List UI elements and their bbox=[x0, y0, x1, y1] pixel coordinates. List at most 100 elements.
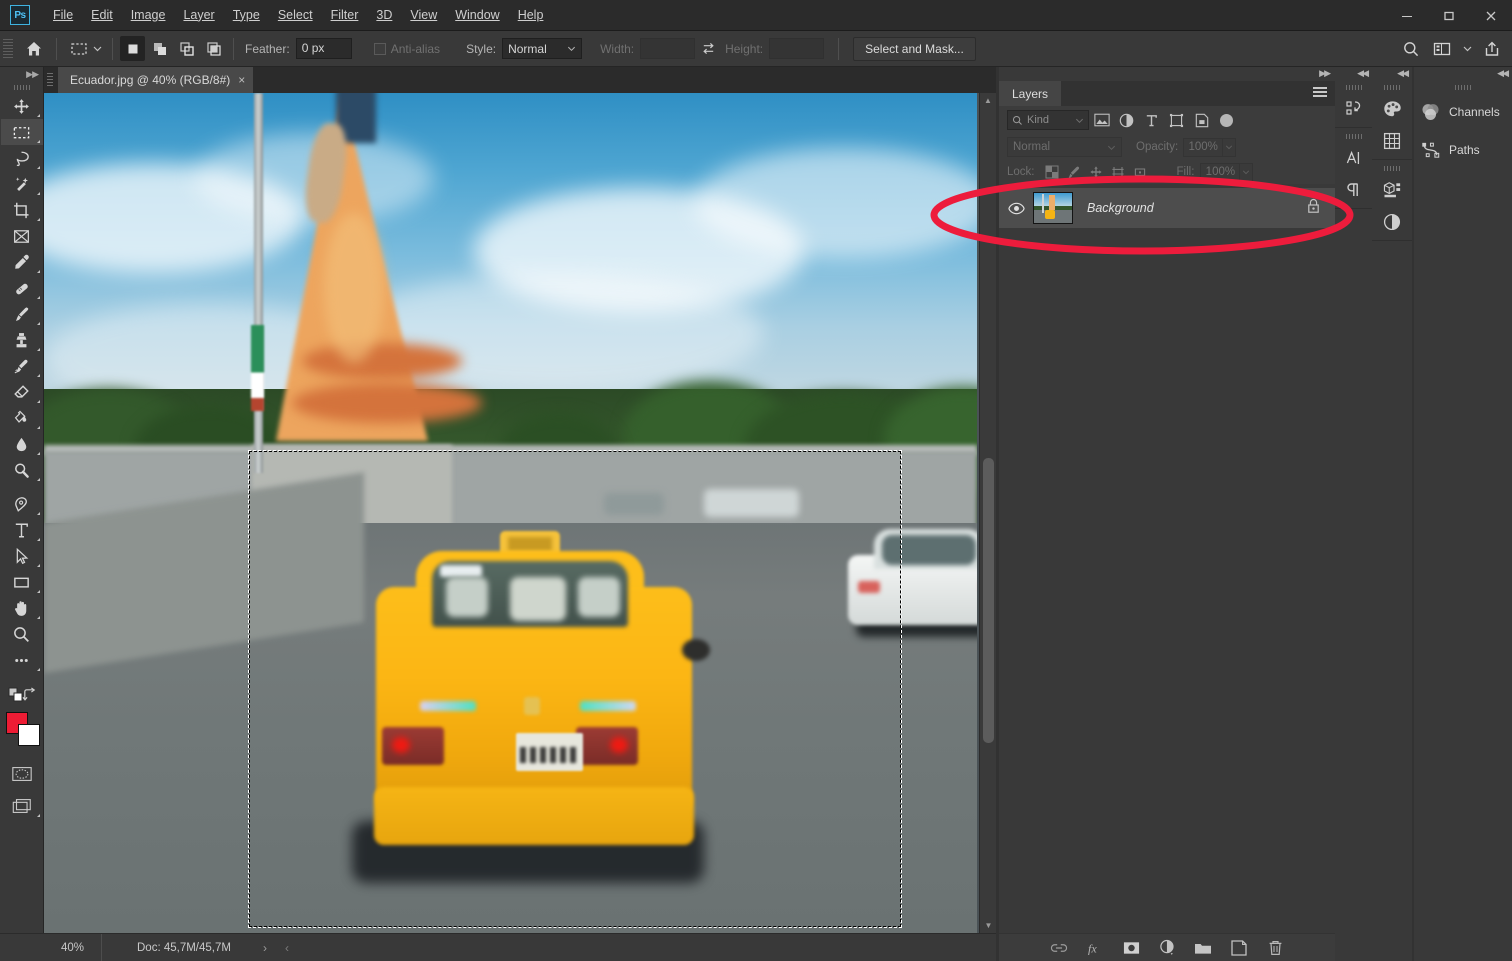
vertical-scroll-thumb[interactable] bbox=[983, 458, 994, 743]
layer-filter-kind-select[interactable]: Kind bbox=[1007, 110, 1089, 130]
lock-artboard-nesting-icon[interactable] bbox=[1107, 162, 1129, 182]
status-collapse-icon[interactable]: ‹ bbox=[285, 941, 289, 955]
3d-panel-icon[interactable] bbox=[1372, 174, 1412, 206]
swap-colors-icon[interactable] bbox=[22, 687, 37, 707]
options-bar-grip[interactable] bbox=[3, 38, 13, 59]
double-chevron-left-icon[interactable]: ◀◀ bbox=[1397, 68, 1409, 79]
new-group-icon[interactable] bbox=[1192, 937, 1214, 959]
menu-3d[interactable]: 3D bbox=[367, 0, 401, 31]
menu-window[interactable]: Window bbox=[446, 0, 508, 31]
scroll-down-icon[interactable]: ▼ bbox=[980, 918, 997, 933]
adjustments-panel-icon[interactable] bbox=[1372, 206, 1412, 238]
dodge-tool[interactable] bbox=[1, 457, 43, 483]
filter-shape-layers-icon[interactable] bbox=[1164, 109, 1189, 131]
spot-healing-brush-tool[interactable] bbox=[1, 275, 43, 301]
panel-collapse-bar[interactable]: ◀◀ bbox=[1414, 67, 1512, 81]
lock-all-icon[interactable] bbox=[1129, 162, 1151, 182]
rectangular-marquee-tool[interactable] bbox=[0, 119, 43, 145]
path-selection-tool[interactable] bbox=[1, 543, 43, 569]
menu-type[interactable]: Type bbox=[224, 0, 269, 31]
menu-filter[interactable]: Filter bbox=[322, 0, 368, 31]
rail-grip[interactable] bbox=[1335, 130, 1372, 142]
blur-tool[interactable] bbox=[1, 431, 43, 457]
filter-smart-objects-icon[interactable] bbox=[1189, 109, 1214, 131]
status-expand-icon[interactable]: › bbox=[263, 941, 267, 955]
hand-tool[interactable] bbox=[1, 595, 43, 621]
height-input[interactable] bbox=[769, 38, 825, 59]
screen-mode-icon[interactable] bbox=[1, 793, 43, 819]
fill-value[interactable]: 100% bbox=[1200, 162, 1241, 182]
minimize-button[interactable] bbox=[1386, 0, 1428, 31]
brush-tool[interactable] bbox=[1, 301, 43, 327]
chevron-down-icon[interactable] bbox=[1459, 35, 1475, 62]
menu-file[interactable]: File bbox=[44, 0, 82, 31]
double-chevron-left-icon[interactable]: ◀◀ bbox=[1497, 68, 1509, 79]
toolbar-collapse-button[interactable]: ▶▶ bbox=[0, 67, 43, 81]
zoom-tool[interactable] bbox=[1, 621, 43, 647]
select-and-mask-button[interactable]: Select and Mask... bbox=[853, 36, 976, 61]
blend-mode-select[interactable]: Normal bbox=[1007, 137, 1122, 157]
home-icon[interactable] bbox=[19, 36, 49, 62]
filter-type-layers-icon[interactable] bbox=[1139, 109, 1164, 131]
add-layer-mask-icon[interactable] bbox=[1120, 937, 1142, 959]
swap-width-height-icon[interactable] bbox=[695, 41, 721, 56]
zoom-level-field[interactable]: 40% bbox=[44, 933, 102, 961]
double-chevron-right-icon[interactable]: ▶▶ bbox=[1319, 68, 1331, 79]
search-icon[interactable] bbox=[1397, 35, 1425, 62]
new-adjustment-layer-icon[interactable] bbox=[1156, 937, 1178, 959]
subtract-from-selection-button[interactable] bbox=[174, 36, 199, 61]
link-layers-icon[interactable] bbox=[1048, 937, 1070, 959]
filter-adjustment-layers-icon[interactable] bbox=[1114, 109, 1139, 131]
clone-stamp-tool[interactable] bbox=[1, 327, 43, 353]
frame-tool[interactable] bbox=[1, 223, 43, 249]
close-icon[interactable]: × bbox=[238, 73, 245, 87]
scroll-up-icon[interactable]: ▲ bbox=[980, 93, 996, 108]
panel-grip[interactable] bbox=[1414, 81, 1512, 93]
layer-name-label[interactable]: Background bbox=[1087, 201, 1154, 215]
canvas-area[interactable] bbox=[44, 93, 996, 933]
rail-grip[interactable] bbox=[1372, 162, 1412, 174]
rail-collapse-bar[interactable]: ◀◀ bbox=[1372, 67, 1412, 81]
new-selection-button[interactable] bbox=[120, 36, 145, 61]
menu-help[interactable]: Help bbox=[509, 0, 553, 31]
move-tool[interactable] bbox=[1, 93, 43, 119]
filter-pixel-layers-icon[interactable] bbox=[1089, 109, 1114, 131]
fill-stepper[interactable] bbox=[1240, 162, 1254, 182]
tab-bar-grip[interactable] bbox=[47, 73, 53, 87]
eyedropper-tool[interactable] bbox=[1, 249, 43, 275]
quick-selection-tool[interactable] bbox=[1, 171, 43, 197]
canvas-vertical-scrollbar[interactable]: ▲ ▼ bbox=[979, 93, 996, 933]
layers-panel-collapse-bar[interactable]: ▶▶ bbox=[999, 67, 1335, 81]
rail-collapse-bar[interactable]: ◀◀ bbox=[1335, 67, 1372, 81]
layer-visibility-toggle[interactable] bbox=[999, 202, 1033, 215]
layer-style-fx-icon[interactable]: fx bbox=[1084, 937, 1106, 959]
rectangle-tool[interactable] bbox=[1, 569, 43, 595]
feather-input[interactable]: 0 px bbox=[295, 38, 352, 59]
opacity-stepper[interactable] bbox=[1223, 137, 1237, 157]
gradient-tool[interactable] bbox=[1, 405, 43, 431]
rail-grip[interactable] bbox=[1335, 81, 1372, 93]
layer-thumbnail[interactable] bbox=[1033, 192, 1073, 224]
lock-transparent-pixels-icon[interactable] bbox=[1041, 162, 1063, 182]
menu-edit[interactable]: Edit bbox=[82, 0, 122, 31]
table-row[interactable]: Background bbox=[999, 188, 1335, 228]
swatches-panel-icon[interactable] bbox=[1372, 125, 1412, 157]
eraser-tool[interactable] bbox=[1, 379, 43, 405]
intersect-with-selection-button[interactable] bbox=[201, 36, 226, 61]
document-tab-ecuador[interactable]: Ecuador.jpg @ 40% (RGB/8#) × bbox=[58, 67, 255, 93]
anti-alias-checkbox[interactable]: Anti-alias bbox=[373, 42, 440, 56]
tab-layers[interactable]: Layers bbox=[999, 81, 1062, 106]
menu-image[interactable]: Image bbox=[122, 0, 175, 31]
maximize-button[interactable] bbox=[1428, 0, 1470, 31]
lock-position-icon[interactable] bbox=[1085, 162, 1107, 182]
paragraph-panel-icon[interactable] bbox=[1335, 174, 1372, 206]
menu-view[interactable]: View bbox=[401, 0, 446, 31]
background-color-swatch[interactable] bbox=[17, 724, 40, 746]
lock-image-pixels-icon[interactable] bbox=[1063, 162, 1085, 182]
type-tool[interactable] bbox=[1, 517, 43, 543]
add-to-selection-button[interactable] bbox=[147, 36, 172, 61]
rail-grip[interactable] bbox=[1372, 81, 1412, 93]
edit-toolbar-tool[interactable] bbox=[1, 647, 43, 673]
filter-enable-toggle[interactable] bbox=[1220, 113, 1233, 127]
close-button[interactable] bbox=[1470, 0, 1512, 31]
